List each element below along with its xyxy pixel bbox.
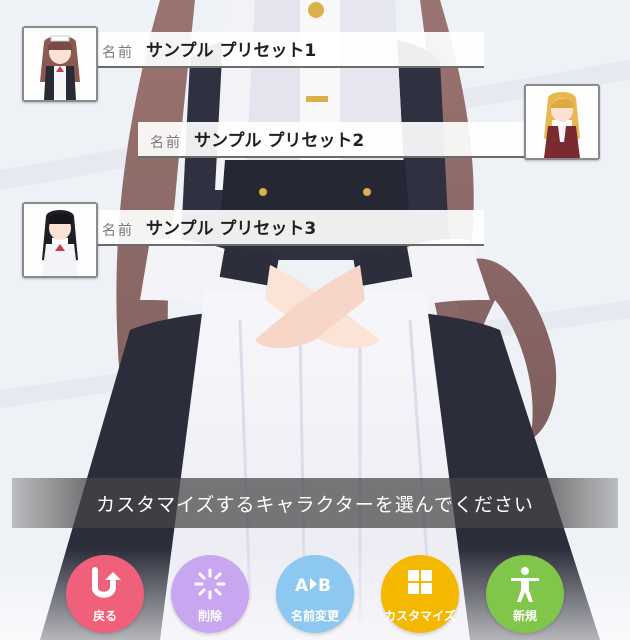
customize-grid-icon — [408, 570, 432, 594]
back-arrow-icon — [92, 567, 121, 598]
maid-brown-hair-avatar-icon — [24, 28, 96, 100]
preset-name: サンプル プリセット1 — [146, 41, 317, 61]
customize-button[interactable]: カスタマイズ — [381, 555, 459, 633]
preset-name-label: 名前 — [102, 223, 134, 239]
preset-avatar-3[interactable] — [22, 202, 98, 278]
new-figure-icon — [511, 567, 539, 602]
preset-avatar-2[interactable] — [524, 84, 600, 160]
preset-name: サンプル プリセット3 — [146, 219, 317, 239]
selection-prompt: カスタマイズするキャラクターを選んでください — [12, 478, 618, 528]
customize-button-label: カスタマイズ — [384, 609, 456, 623]
delete-button-label: 削除 — [197, 609, 222, 623]
black-hair-school-avatar-icon — [24, 204, 96, 276]
rename-button[interactable]: A B 名前変更 — [276, 555, 354, 633]
rename-button-label: 名前変更 — [290, 609, 339, 623]
blonde-uniform-avatar-icon — [526, 86, 598, 158]
preset-avatar-1[interactable] — [22, 26, 98, 102]
delete-sparkle-icon — [194, 568, 226, 600]
back-button[interactable]: 戻る — [66, 555, 144, 633]
rename-ab-icon: A B — [295, 576, 331, 596]
svg-text:A: A — [295, 576, 309, 596]
preset-name: サンプル プリセット2 — [194, 131, 365, 151]
preset-name-label: 名前 — [150, 135, 182, 151]
new-button-label: 新規 — [512, 609, 537, 623]
delete-button[interactable]: 削除 — [171, 555, 249, 633]
back-button-label: 戻る — [92, 609, 117, 623]
preset-name-label: 名前 — [102, 45, 134, 61]
action-bar: 戻る 削除 A B 名前変更 カスタマイズ 新規 — [0, 548, 630, 640]
preset-card-2[interactable]: 名前 サンプル プリセット2 — [138, 112, 530, 158]
new-button[interactable]: 新規 — [486, 555, 564, 633]
selection-prompt-text: カスタマイズするキャラクターを選んでください — [96, 493, 534, 516]
svg-text:B: B — [318, 576, 331, 596]
